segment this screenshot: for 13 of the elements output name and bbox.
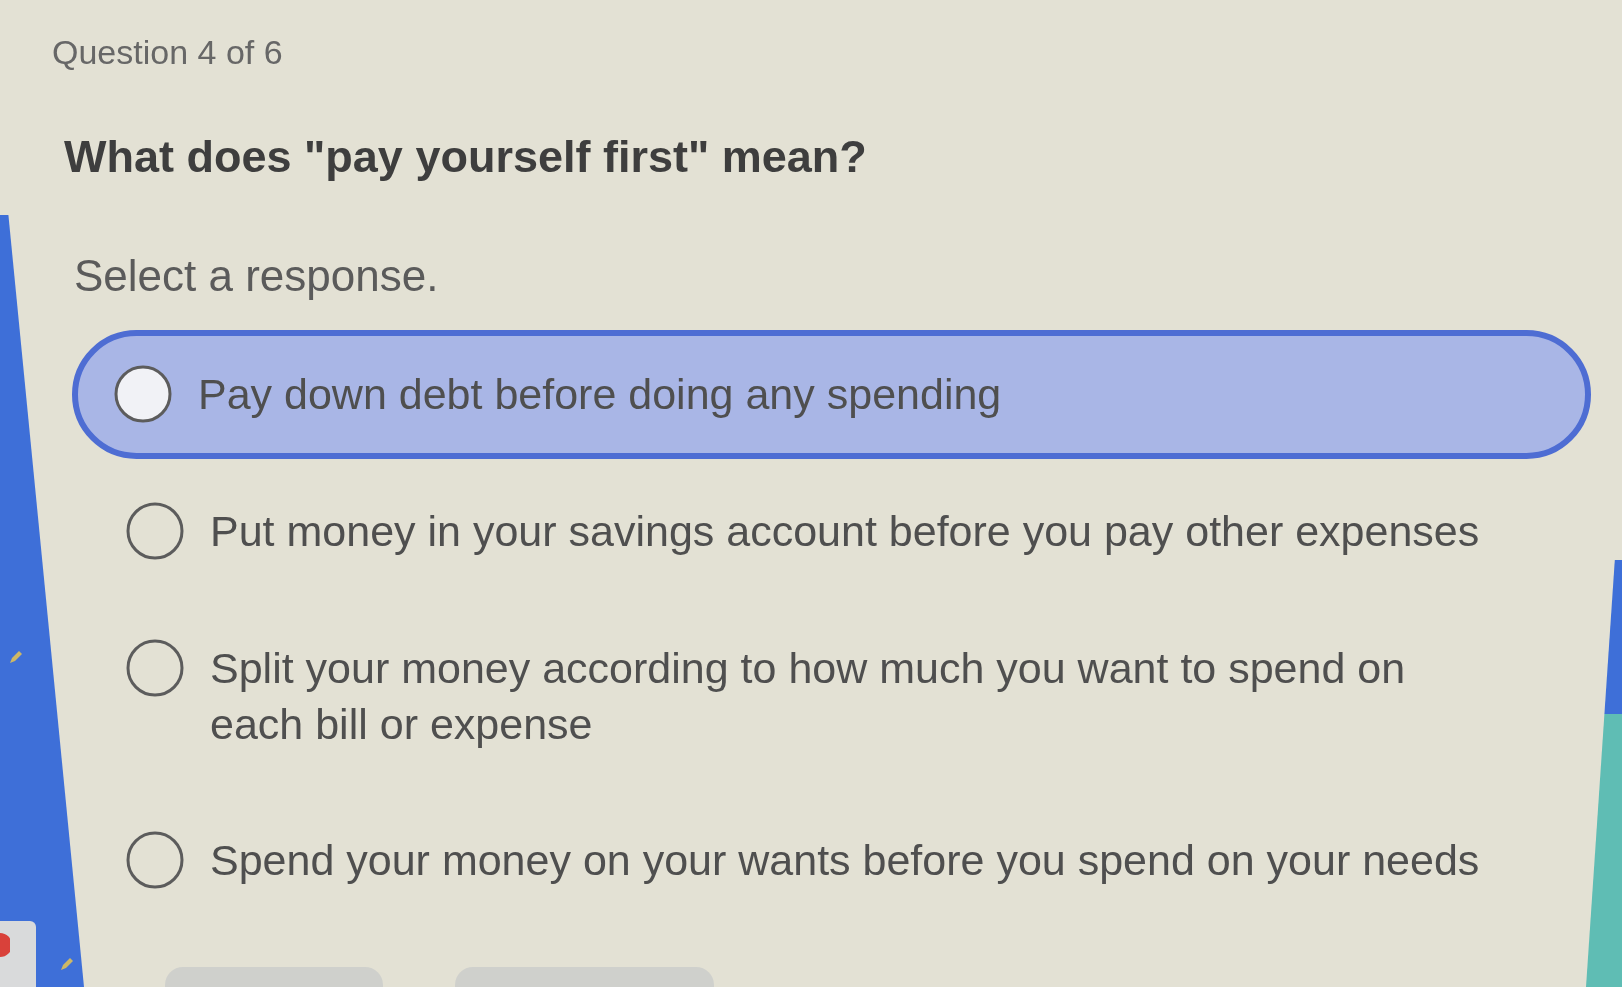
radio-icon[interactable]	[126, 831, 184, 889]
answer-option[interactable]: Put money in your savings account before you pay other expenses	[126, 499, 1480, 564]
answer-option[interactable]: Pay down debt before doing any spending	[72, 330, 1591, 459]
instruction-text: Select a response.	[74, 250, 439, 302]
pencil-icon	[9, 650, 23, 664]
radio-icon[interactable]	[114, 365, 172, 423]
answer-option[interactable]: Spend your money on your wants before you spend on your needs	[126, 828, 1480, 893]
question-counter: Question 4 of 6	[52, 32, 283, 73]
answer-option[interactable]: Split your money according to how much you want to spend on each bill or expense	[126, 636, 1496, 756]
radio-icon[interactable]	[126, 639, 184, 697]
pencil-icon	[60, 957, 74, 971]
radio-icon[interactable]	[126, 502, 184, 560]
question-text: What does "pay yourself first" mean?	[64, 130, 867, 184]
